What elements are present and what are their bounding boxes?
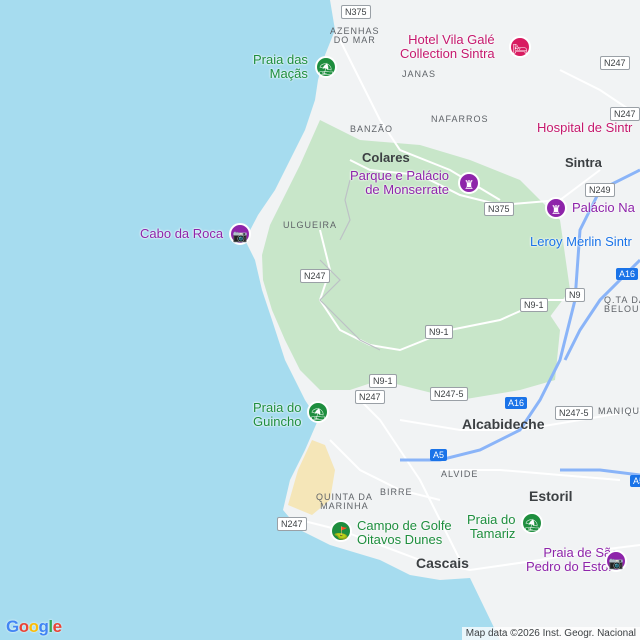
poi-hotel-vila-gale[interactable]: Hotel Vila Galé Collection Sintra [400,33,495,60]
google-logo[interactable]: Google [6,617,62,637]
town-estoril: Estoril [529,488,573,504]
poi-cabo-da-roca[interactable]: Cabo da Roca [140,227,223,241]
beach-icon-tamariz[interactable]: ⛱ [521,512,543,534]
castle-icon[interactable]: ♜ [458,172,480,194]
place-quinta-da-marinha: QUINTA DA MARINHA [316,492,373,512]
place-maniqu: MANIQU [598,406,640,416]
road-n247-5: N247-5 [430,387,468,401]
road-n247-ne: N247 [600,56,630,70]
road-n247-south: N247 [277,517,307,531]
poi-campo-golfe[interactable]: Campo de Golfe Oitavos Dunes [357,519,452,546]
road-a5-east: A5 [630,475,640,487]
golf-icon[interactable]: ⛳ [330,520,352,542]
map-canvas[interactable] [0,0,640,640]
road-n375-mid: N375 [484,202,514,216]
camera-icon-sao-pedro[interactable]: 📷 [605,550,627,572]
road-a16-east: A16 [616,268,639,280]
place-azenhas-do-mar: AZENHAS DO MAR [330,26,380,46]
castle-icon-pena[interactable]: ♜ [545,197,567,219]
beach-icon-guincho[interactable]: ⛱ [307,401,329,423]
road-n247-5-e: N247-5 [555,406,593,420]
poi-palacio-na[interactable]: Palácio Na [572,201,635,215]
road-n249: N249 [585,183,615,197]
place-banzao: BANZÃO [350,124,394,134]
poi-parque-monserrate[interactable]: Parque e Palácio de Monserrate [350,169,449,196]
road-n375-top: N375 [341,5,371,19]
road-a5: A5 [430,449,448,461]
place-janas: JANAS [402,69,437,79]
road-n9-1-a: N9-1 [520,298,548,312]
road-n9-1-b: N9-1 [425,325,453,339]
town-colares: Colares [362,150,410,165]
place-qta-da-beloura: Q.TA DA BELOUR [604,295,640,315]
poi-praia-guincho[interactable]: Praia do Guincho [253,401,301,428]
road-n247-guincho: N247 [355,390,385,404]
beach-icon[interactable]: ⛱ [315,56,337,78]
town-cascais: Cascais [416,555,469,571]
road-n9-1-c: N9-1 [369,374,397,388]
camera-icon[interactable]: 📷 [229,223,251,245]
place-alvide: ALVIDE [441,469,479,479]
poi-hospital-sintra[interactable]: Hospital de Sintr [537,121,632,135]
poi-leroy-merlin[interactable]: Leroy Merlin Sintr [530,235,632,249]
road-a16: A16 [505,397,528,409]
poi-praia-das-macas[interactable]: Praia das Maçãs [253,53,308,80]
road-n9: N9 [565,288,585,302]
place-ulgueira: ULGUEIRA [283,220,338,230]
place-nafarros: NAFARROS [431,114,489,124]
map-attribution[interactable]: Map data ©2026 Inst. Geogr. Nacional [461,627,640,640]
town-sintra: Sintra [565,155,602,170]
poi-praia-tamariz[interactable]: Praia do Tamariz [467,513,515,540]
road-n247-west: N247 [300,269,330,283]
road-n247-e: N247 [610,107,640,121]
hotel-icon[interactable]: 🛏 [509,36,531,58]
town-alcabideche: Alcabideche [462,416,545,432]
place-birre: BIRRE [380,487,413,497]
